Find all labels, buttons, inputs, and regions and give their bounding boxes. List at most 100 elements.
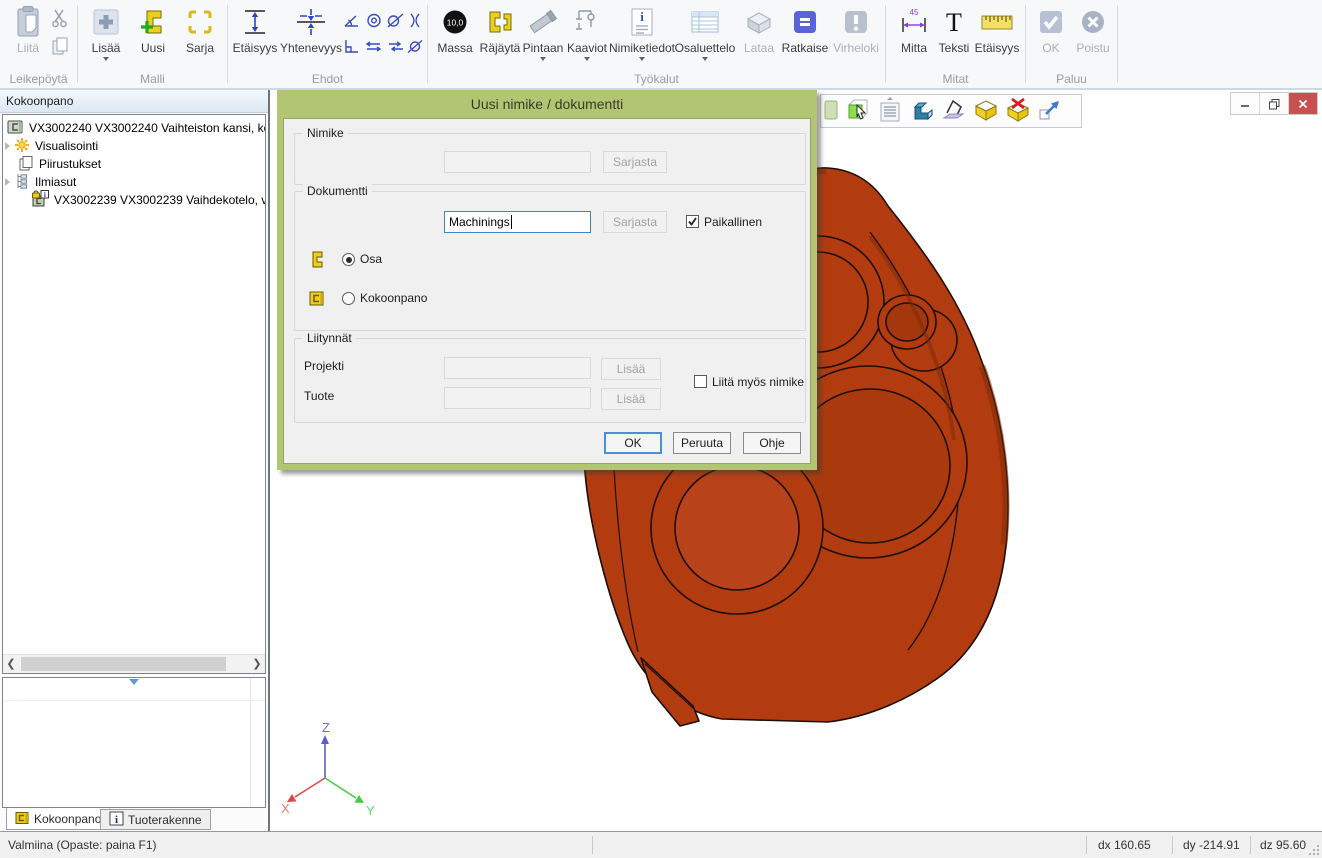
restore-button[interactable]: [1259, 93, 1288, 114]
schematics-button[interactable]: Kaaviot: [565, 4, 609, 61]
plus-icon: [93, 4, 119, 40]
explode-button[interactable]: Räjäytä: [479, 4, 521, 55]
nimike-input[interactable]: [444, 151, 591, 173]
dokumentti-sarjasta-button[interactable]: Sarjasta: [603, 211, 667, 233]
part-icon[interactable]: [909, 97, 935, 126]
load-button[interactable]: Lataa: [739, 4, 779, 55]
parts-list-label: Osaluettelo: [675, 41, 736, 55]
tangent-constraint-icon[interactable]: [386, 12, 406, 29]
tuote-input[interactable]: [444, 387, 591, 409]
dialog-titlebar[interactable]: Uusi nimike / dokumentti: [277, 90, 817, 118]
tree-row-part[interactable]: i VX3002239 VX3002239 Vaihdekotelo, valu…: [3, 191, 265, 209]
item-data-button[interactable]: i Nimiketiedot: [610, 4, 674, 61]
exit-button[interactable]: Poistu: [1071, 4, 1115, 55]
scissors-icon: [50, 8, 70, 31]
horizontal-scrollbar[interactable]: ❮ ❯: [3, 654, 265, 673]
mass-button[interactable]: 10,0 Massa: [432, 4, 478, 55]
projekti-input[interactable]: [444, 357, 591, 379]
tree-row-drawings[interactable]: Piirustukset: [3, 155, 265, 173]
nimike-sarjasta-button[interactable]: Sarjasta: [603, 151, 667, 173]
nimike-group-label: Nimike: [303, 126, 348, 140]
paste-button[interactable]: Liitä: [6, 4, 50, 55]
check-icon: [1038, 4, 1064, 40]
scroll-left-arrow[interactable]: ❮: [3, 655, 19, 673]
parallel-constraint-icon[interactable]: [386, 38, 406, 55]
pages-icon: [18, 155, 34, 174]
distance-constraint-button[interactable]: Etäisyys: [230, 4, 280, 55]
add-button[interactable]: Lisää: [84, 4, 128, 61]
coincidence-label: Yhtenevyys: [280, 41, 342, 55]
parts-list-button[interactable]: Osaluettelo: [676, 4, 734, 61]
solve-icon: [792, 4, 818, 40]
tab-tuoterakenne[interactable]: i Tuoterakenne: [100, 809, 211, 830]
tree-row-visualization[interactable]: Visualisointi: [3, 137, 265, 155]
kokoonpano-radio[interactable]: [342, 292, 355, 305]
to-surface-label: Pintaan: [523, 41, 564, 55]
box-icon[interactable]: [973, 97, 999, 126]
tab-kokoonpano[interactable]: Kokoonpano: [6, 808, 110, 830]
error-log-button[interactable]: Virheloki: [831, 4, 881, 55]
cancel-button[interactable]: Peruuta: [673, 432, 731, 454]
paikallinen-checkbox[interactable]: [686, 215, 699, 228]
tree-row-root[interactable]: VX3002240 VX3002240 Vaihteiston kansi, k…: [3, 119, 265, 137]
tuote-lisaa-button[interactable]: Lisää: [601, 388, 661, 410]
projekti-lisaa-button[interactable]: Lisää: [601, 358, 661, 380]
tuote-label: Tuote: [304, 389, 334, 403]
dimension-button[interactable]: 45 Mitta: [892, 4, 936, 55]
svg-text:i: i: [115, 814, 118, 826]
sidebar-header: Kokoonpano: [0, 90, 268, 113]
minimize-button[interactable]: [1231, 93, 1259, 114]
viewport-toolbar: [820, 94, 1082, 128]
partial-cube-icon[interactable]: [823, 97, 839, 126]
cut-button[interactable]: [50, 8, 70, 31]
structure-grid-panel[interactable]: [2, 677, 266, 808]
explode-label: Räjäytä: [480, 41, 521, 55]
expand-arrow-icon[interactable]: [5, 178, 10, 186]
symmetry-constraint-icon[interactable]: [405, 12, 425, 29]
measure-distance-button[interactable]: Etäisyys: [972, 4, 1022, 55]
scroll-right-arrow[interactable]: ❯: [249, 655, 265, 673]
export-arrow-icon[interactable]: [1037, 97, 1063, 126]
load-label: Lataa: [744, 41, 774, 55]
concentric-constraint-icon[interactable]: [364, 12, 384, 29]
osa-label: Osa: [360, 252, 382, 266]
dokumentti-input[interactable]: Machinings: [444, 211, 591, 233]
to-surface-button[interactable]: Pintaan: [522, 4, 564, 61]
ok-ribbon-button[interactable]: OK: [1032, 4, 1070, 55]
expand-arrow-icon[interactable]: [5, 142, 10, 150]
ruler-icon: [980, 4, 1014, 40]
tree-row-features[interactable]: Ilmiasut: [3, 173, 265, 191]
paste-label: Liitä: [17, 41, 39, 55]
solve-button[interactable]: Ratkaise: [780, 4, 830, 55]
series-label: Sarja: [186, 41, 214, 55]
close-button[interactable]: [1288, 93, 1317, 114]
coincidence-button[interactable]: Yhtenevyys: [282, 4, 340, 55]
series-button[interactable]: Sarja: [177, 4, 223, 55]
liita-myos-checkbox[interactable]: [694, 375, 707, 388]
text-button[interactable]: T Teksti: [937, 4, 971, 55]
view-list-icon[interactable]: [877, 97, 903, 126]
select-cube-icon[interactable]: [845, 97, 871, 126]
osa-radio[interactable]: [342, 253, 355, 266]
help-button[interactable]: Ohje: [743, 432, 801, 454]
sketch-plane-icon[interactable]: [941, 97, 967, 126]
resize-grip[interactable]: [1307, 843, 1319, 855]
schematics-label: Kaaviot: [567, 41, 607, 55]
tab-label: Tuoterakenne: [128, 813, 202, 827]
angle-constraint-icon[interactable]: [342, 12, 362, 29]
status-divider: [1250, 836, 1251, 854]
equal-constraint-icon[interactable]: [364, 38, 384, 55]
smooth-constraint-icon[interactable]: [405, 38, 425, 55]
new-button[interactable]: Uusi: [131, 4, 175, 55]
perpendicular-constraint-icon[interactable]: [342, 38, 362, 55]
status-dy: dy -214.91: [1183, 838, 1240, 852]
schematic-icon: [572, 4, 602, 40]
group-label-dimensions: Mitat: [886, 72, 1025, 86]
text-icon: T: [942, 4, 966, 40]
copy-button[interactable]: [50, 36, 70, 59]
ok-button[interactable]: OK: [604, 432, 662, 454]
dokumentti-input-value: Machinings: [449, 215, 510, 229]
svg-text:45: 45: [910, 8, 919, 17]
scrollbar-thumb[interactable]: [21, 657, 226, 671]
delete-box-icon[interactable]: [1005, 97, 1031, 126]
